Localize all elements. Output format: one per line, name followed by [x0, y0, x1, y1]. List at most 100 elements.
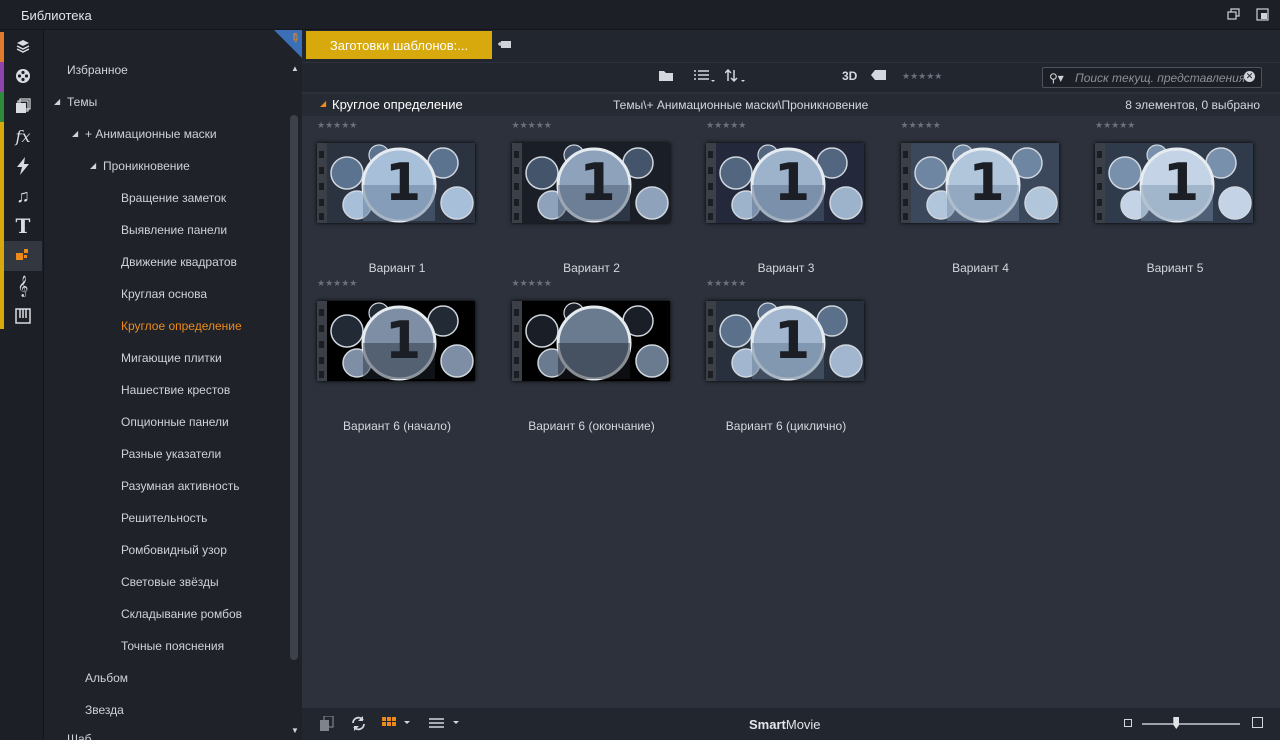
- expand-triangle-icon[interactable]: ◢: [90, 161, 96, 170]
- thumbnail-digit: 1: [774, 311, 811, 371]
- template-thumbnail[interactable]: ★★★★★ 1 Вариант 6 (начало): [317, 278, 487, 433]
- thumbnail-caption: Вариант 6 (начало): [343, 419, 451, 433]
- list-view-icon[interactable]: [694, 69, 716, 86]
- template-thumbnail[interactable]: ★★★★★ 1 Вариант 2: [511, 120, 682, 275]
- titles-text-icon[interactable]: T: [4, 211, 42, 241]
- thumbnail-rating[interactable]: ★★★★★: [512, 120, 552, 131]
- pin-corner[interactable]: ✎: [274, 30, 302, 58]
- tree-leaf[interactable]: Решительность: [121, 511, 207, 525]
- tree-item-anim-masks[interactable]: + Анимационные маски: [85, 127, 217, 141]
- clear-search-icon[interactable]: ✕: [1244, 71, 1255, 82]
- tree-item-album[interactable]: Альбом: [85, 671, 128, 685]
- smartmovie-button[interactable]: SmartMovie: [749, 717, 821, 732]
- tree-leaf[interactable]: Движение квадратов: [121, 255, 237, 269]
- detach-icon[interactable]: [1256, 8, 1270, 21]
- tree-leaf[interactable]: Ромбовидный узор: [121, 543, 227, 557]
- scroll-down-icon[interactable]: ▼: [291, 726, 299, 735]
- tab-strip: Заготовки шаблонов:...: [302, 30, 1280, 62]
- restore-icon[interactable]: [1227, 8, 1241, 21]
- add-tab-icon[interactable]: [498, 38, 512, 52]
- film-reel-icon[interactable]: [4, 61, 42, 91]
- refresh-icon[interactable]: [351, 716, 366, 734]
- rating-filter[interactable]: ★★★★★: [902, 71, 942, 82]
- folder-icon[interactable]: [658, 69, 674, 85]
- item-count: 8 элементов, 0 выбрано: [1125, 98, 1260, 112]
- tree-item-star[interactable]: Звезда: [85, 703, 124, 717]
- thumbnail-rating[interactable]: ★★★★★: [317, 120, 357, 131]
- search-input[interactable]: Поиск текущ. представления: [1075, 71, 1245, 85]
- tree-leaf[interactable]: Мигающие плитки: [121, 351, 222, 365]
- template-thumbnail[interactable]: ★★★★★ 1 Вариант 4: [900, 120, 1071, 275]
- thumbnail-caption: Вариант 1: [368, 261, 426, 275]
- collapse-triangle-icon[interactable]: ◢: [320, 99, 326, 108]
- project-bins-icon[interactable]: [4, 31, 42, 61]
- expand-triangle-icon[interactable]: ◢: [72, 129, 78, 138]
- search-icon[interactable]: ⚲▾: [1049, 71, 1064, 85]
- tree-leaf[interactable]: Круглая основа: [121, 287, 207, 301]
- thumbnail-image: 1: [900, 143, 1059, 223]
- title-bar: Библиотека: [0, 0, 1280, 30]
- zoom-slider-handle[interactable]: [1173, 717, 1180, 729]
- tree-scrollbar[interactable]: [290, 115, 298, 660]
- scroll-up-icon[interactable]: ▲: [291, 64, 299, 73]
- thumbnail-rating[interactable]: ★★★★★: [1095, 120, 1135, 131]
- thumbnail-image: 1: [706, 143, 864, 223]
- thumbnail-image: 1: [1095, 143, 1253, 223]
- breadcrumb: Темы\+ Анимационные маски\Проникновение: [613, 98, 869, 112]
- thumbnail-caption: Вариант 6 (окончание): [528, 419, 655, 433]
- details-view-icon[interactable]: [428, 716, 462, 733]
- template-thumbnail[interactable]: ★★★★★ 1 Вариант 1: [317, 120, 487, 275]
- library-tree: ✎ Избранное ◢ Темы ◢ + Анимационные маск…: [44, 30, 302, 740]
- template-thumbnail[interactable]: ★★★★★ 1 Вариант 5: [1095, 120, 1265, 275]
- tree-leaf[interactable]: Разные указатели: [121, 447, 221, 461]
- window-title: Библиотека: [21, 8, 92, 23]
- template-thumbnail[interactable]: ★★★★★ Вариант 6 (окончание): [511, 278, 682, 433]
- zoom-small-icon[interactable]: [1124, 719, 1132, 727]
- tree-leaf[interactable]: Точные пояснения: [121, 639, 224, 653]
- tree-item-penetration[interactable]: Проникновение: [103, 159, 190, 173]
- template-thumbnail[interactable]: ★★★★★ 1 Вариант 3: [706, 120, 876, 275]
- tree-leaf[interactable]: Разумная активность: [121, 479, 239, 493]
- keyboard-icon[interactable]: [4, 301, 42, 331]
- copy-icon[interactable]: [320, 715, 334, 735]
- thumbnail-rating[interactable]: ★★★★★: [512, 278, 552, 289]
- tree-leaf[interactable]: Опционные панели: [121, 415, 229, 429]
- montage-templates-icon[interactable]: [4, 241, 42, 271]
- pin-icon[interactable]: ✎: [287, 30, 302, 47]
- music-note-icon[interactable]: ♫: [4, 181, 42, 211]
- zoom-large-icon[interactable]: [1252, 717, 1263, 728]
- search-box[interactable]: ⚲▾ Поиск текущ. представления ✕: [1042, 67, 1262, 88]
- thumbnail-rating[interactable]: ★★★★★: [901, 120, 941, 131]
- tree-leaf[interactable]: Выявление панели: [121, 223, 227, 237]
- group-title: Круглое определение: [332, 97, 463, 112]
- template-thumbnail[interactable]: ★★★★★ 1 Вариант 6 (циклично): [706, 278, 876, 433]
- grid-view-icon[interactable]: [382, 716, 412, 733]
- effects-fx-icon[interactable]: fx: [4, 121, 42, 151]
- tree-leaf[interactable]: Световые звёзды: [121, 575, 219, 589]
- thumbnail-digit: 1: [385, 153, 422, 213]
- tag-icon[interactable]: [871, 69, 887, 84]
- tree-leaf[interactable]: Складывание ромбов: [121, 607, 242, 621]
- collections-icon[interactable]: [4, 91, 42, 121]
- thumbnail-digit: 1: [579, 153, 616, 213]
- thumbnail-image: 1: [317, 143, 475, 223]
- sort-icon[interactable]: [724, 68, 747, 86]
- 3d-filter-button[interactable]: 3D: [842, 69, 857, 83]
- tree-leaf-selected[interactable]: Круглое определение: [121, 319, 242, 333]
- tree-item-favorites[interactable]: Избранное: [67, 63, 128, 77]
- tab-label: Заготовки шаблонов:...: [329, 37, 469, 53]
- tab-templates[interactable]: Заготовки шаблонов:...: [306, 31, 492, 59]
- thumbnail-digit: 1: [1163, 153, 1200, 213]
- transitions-bolt-icon[interactable]: [4, 151, 42, 181]
- thumbnail-rating[interactable]: ★★★★★: [706, 120, 746, 131]
- zoom-slider[interactable]: [1142, 723, 1240, 725]
- thumbnail-caption: Вариант 2: [563, 261, 620, 275]
- expand-triangle-icon[interactable]: ◢: [54, 97, 60, 106]
- thumbnail-rating[interactable]: ★★★★★: [706, 278, 746, 289]
- thumbnail-rating[interactable]: ★★★★★: [317, 278, 357, 289]
- tree-item-partial[interactable]: Шаб...: [67, 732, 102, 740]
- sound-effects-icon[interactable]: 𝄞: [4, 271, 42, 301]
- tree-leaf[interactable]: Вращение заметок: [121, 191, 226, 205]
- tree-item-themes[interactable]: Темы: [67, 95, 97, 109]
- tree-leaf[interactable]: Нашествие крестов: [121, 383, 230, 397]
